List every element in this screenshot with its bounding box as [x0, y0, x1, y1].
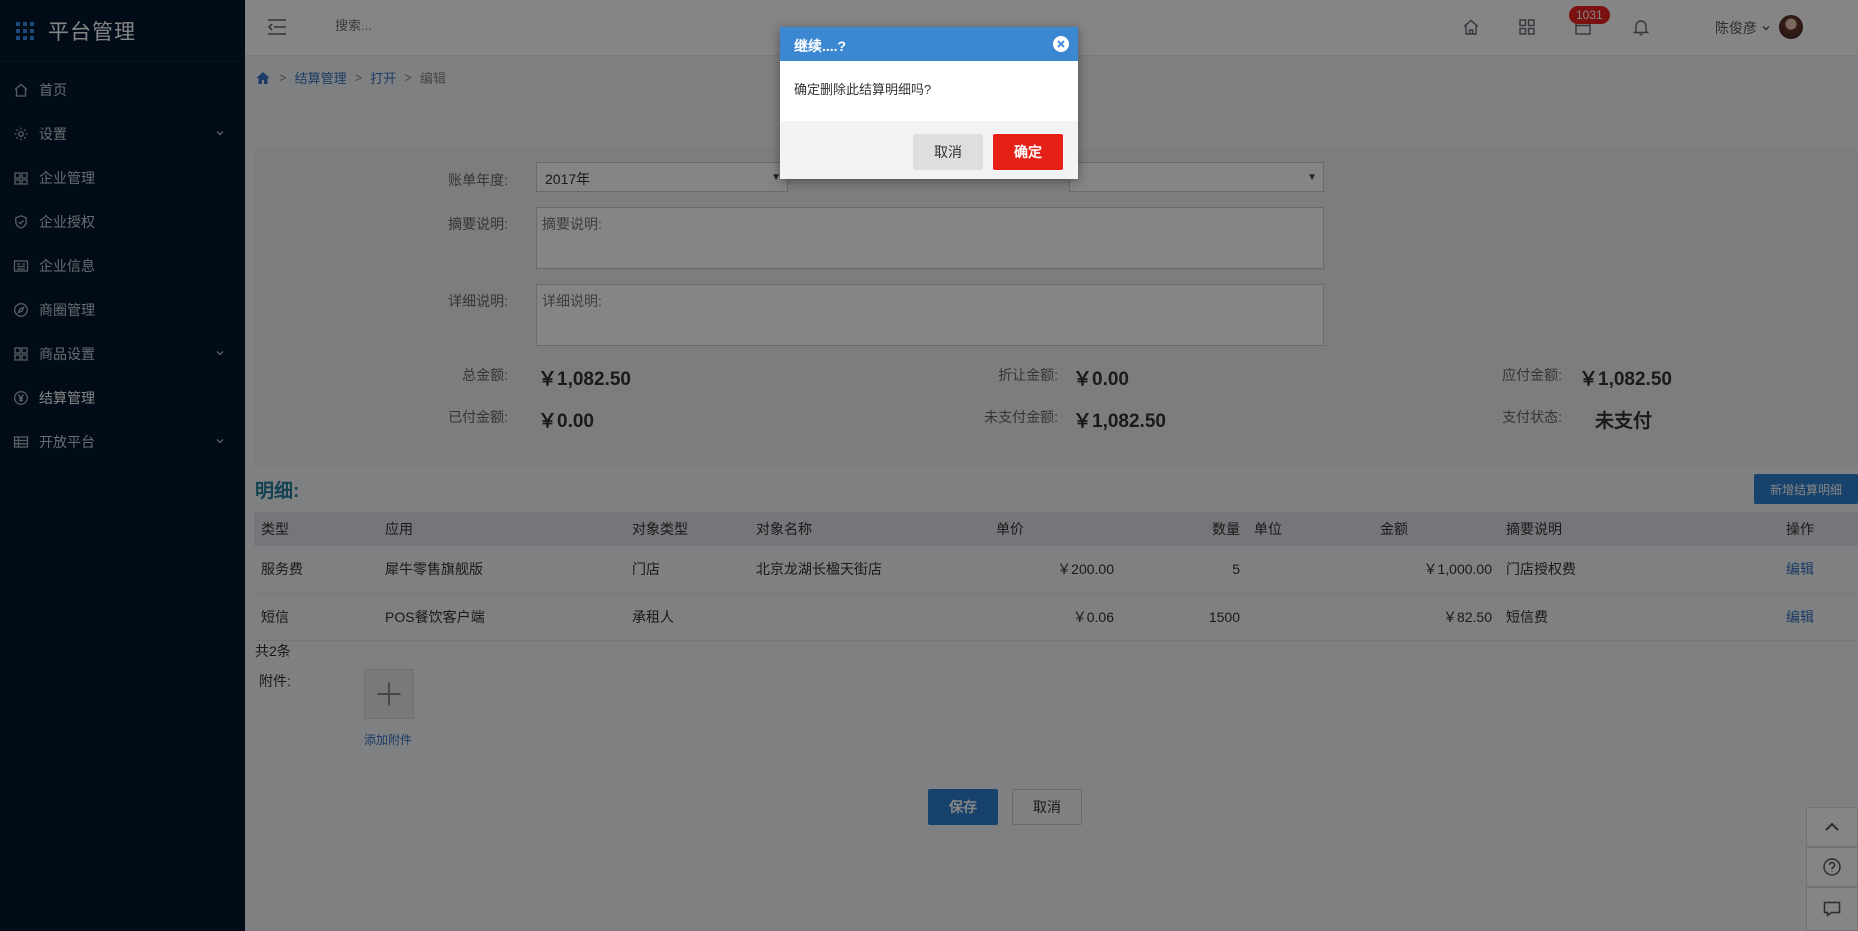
- dialog-cancel-button[interactable]: 取消: [913, 134, 983, 170]
- dialog-footer: 取消 确定: [780, 121, 1078, 179]
- close-icon[interactable]: [1052, 35, 1070, 53]
- dialog-message: 确定删除此结算明细吗?: [794, 82, 932, 97]
- confirm-dialog: 继续....? 确定删除此结算明细吗? 取消 确定: [780, 27, 1078, 179]
- dialog-confirm-button[interactable]: 确定: [993, 134, 1063, 170]
- dialog-header: 继续....?: [780, 27, 1078, 61]
- dialog-title: 继续....?: [794, 38, 847, 54]
